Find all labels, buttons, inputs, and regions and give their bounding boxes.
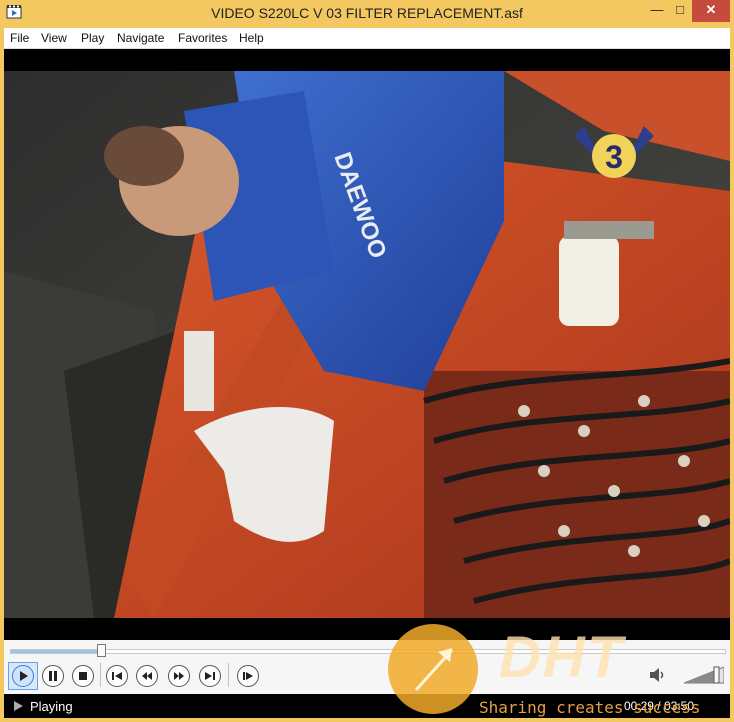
status-icon	[14, 701, 23, 711]
seek-thumb[interactable]	[96, 644, 106, 657]
previous-icon	[112, 672, 122, 680]
menu-favorites[interactable]: Favorites	[178, 31, 227, 45]
status-bar: Playing 00:29 / 03:50	[4, 694, 730, 718]
menu-view[interactable]: View	[41, 31, 67, 45]
menu-navigate[interactable]: Navigate	[117, 31, 164, 45]
play-icon	[20, 671, 28, 681]
menu-bar: File View Play Navigate Favorites Help	[4, 28, 730, 49]
rewind-icon	[142, 672, 152, 680]
rewind-button[interactable]	[136, 665, 158, 687]
volume-icon[interactable]	[648, 665, 668, 685]
status-text: Playing	[30, 699, 73, 714]
controls-separator	[100, 663, 101, 687]
window-title: VIDEO S220LC V 03 FILTER REPLACEMENT.asf	[211, 5, 523, 21]
next-button[interactable]	[199, 665, 221, 687]
controls-separator	[228, 663, 229, 687]
menu-file[interactable]: File	[10, 31, 29, 45]
minimize-button[interactable]: —	[646, 0, 668, 22]
seek-progress	[11, 650, 101, 653]
stop-button[interactable]	[72, 665, 94, 687]
volume-slider[interactable]	[684, 666, 724, 684]
menu-help[interactable]: Help	[239, 31, 264, 45]
stop-icon	[79, 672, 87, 680]
video-area[interactable]: 3 DAEWOO	[4, 49, 730, 640]
frame-step-icon	[243, 672, 253, 680]
playback-controls	[4, 640, 730, 694]
close-button[interactable]: ✕	[692, 0, 730, 22]
pause-button[interactable]	[42, 665, 64, 687]
seek-bar[interactable]	[10, 644, 726, 657]
frame-step-button[interactable]	[237, 665, 259, 687]
fast-forward-icon	[174, 672, 184, 680]
volume-thumb[interactable]	[713, 666, 720, 684]
menu-play[interactable]: Play	[81, 31, 104, 45]
player-window: VIDEO S220LC V 03 FILTER REPLACEMENT.asf…	[0, 0, 734, 722]
channel-logo-text: 3	[605, 139, 623, 175]
next-icon	[205, 672, 215, 680]
video-frame: 3 DAEWOO	[4, 71, 730, 618]
title-bar[interactable]: VIDEO S220LC V 03 FILTER REPLACEMENT.asf…	[0, 0, 734, 26]
play-button[interactable]	[12, 665, 34, 687]
fast-forward-button[interactable]	[168, 665, 190, 687]
time-display: 00:29 / 03:50	[623, 699, 694, 713]
maximize-button[interactable]: □	[669, 0, 691, 22]
pause-icon	[49, 671, 57, 681]
previous-button[interactable]	[106, 665, 128, 687]
